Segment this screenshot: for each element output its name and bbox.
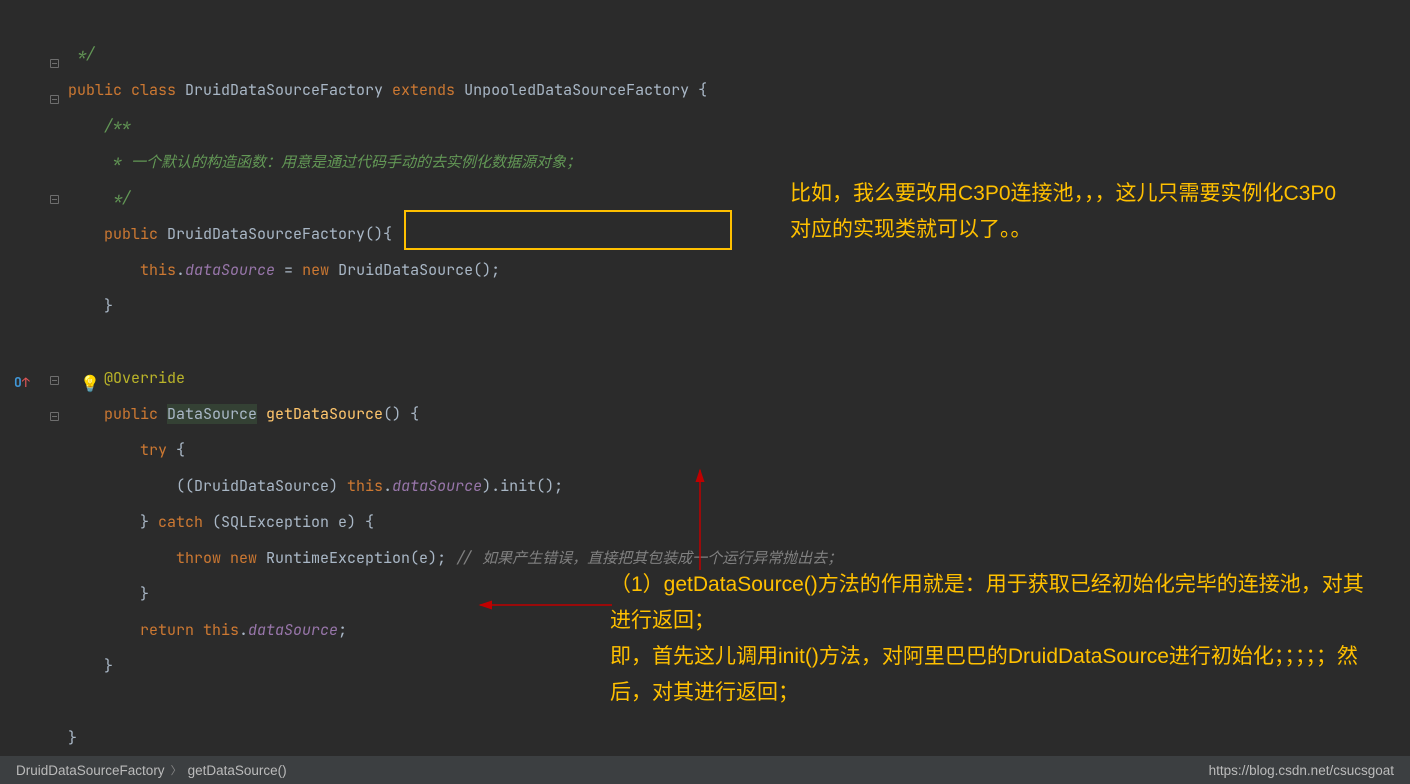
override-gutter-icon[interactable]: O↑: [14, 374, 30, 391]
code-line: public class DruidDataSourceFactory exte…: [68, 80, 707, 100]
code-line: /**: [68, 116, 131, 136]
code-line: ((DruidDataSource) this.dataSource).init…: [68, 476, 563, 496]
annotation-text: 比如，我么要改用C3P0连接池，，，这儿只需要实例化C3P0对应的实现类就可以了…: [790, 176, 1350, 248]
annotation-text: （1）getDataSource()方法的作用就是：用于获取已经初始化完毕的连接…: [610, 567, 1370, 711]
code-line: throw new RuntimeException(e); // 如果产生错误…: [68, 548, 842, 568]
code-line: return this.dataSource;: [68, 620, 347, 640]
code-line: try {: [68, 440, 185, 460]
code-line: }: [68, 656, 113, 676]
code-line: }: [68, 584, 149, 604]
code-editor[interactable]: 💡 O↑ */ public class DruidDataSourceFact…: [0, 0, 1410, 756]
gutter: 💡 O↑: [0, 0, 40, 756]
chevron-right-icon: 〉: [171, 762, 182, 778]
breadcrumb-item[interactable]: getDataSource(): [188, 763, 287, 778]
highlight-box: [404, 210, 732, 250]
code-line: this.dataSource = new DruidDataSource();: [68, 260, 500, 280]
breadcrumb-item[interactable]: DruidDataSourceFactory: [16, 763, 165, 778]
code-line: */: [68, 44, 95, 64]
code-line: }: [68, 296, 113, 316]
watermark-text: https://blog.csdn.net/csucsgoat: [1209, 763, 1394, 778]
code-line: public DataSource getDataSource() {: [68, 404, 419, 424]
code-line: }: [68, 728, 77, 748]
code-line: } catch (SQLException e) {: [68, 512, 374, 532]
code-line: @Override: [68, 368, 185, 388]
code-line: public DruidDataSourceFactory(){: [68, 224, 392, 244]
code-line: * 一个默认的构造函数：用意是通过代码手动的去实例化数据源对象；: [68, 152, 581, 172]
status-bar: DruidDataSourceFactory 〉 getDataSource()…: [0, 756, 1410, 784]
code-line: */: [68, 188, 131, 208]
